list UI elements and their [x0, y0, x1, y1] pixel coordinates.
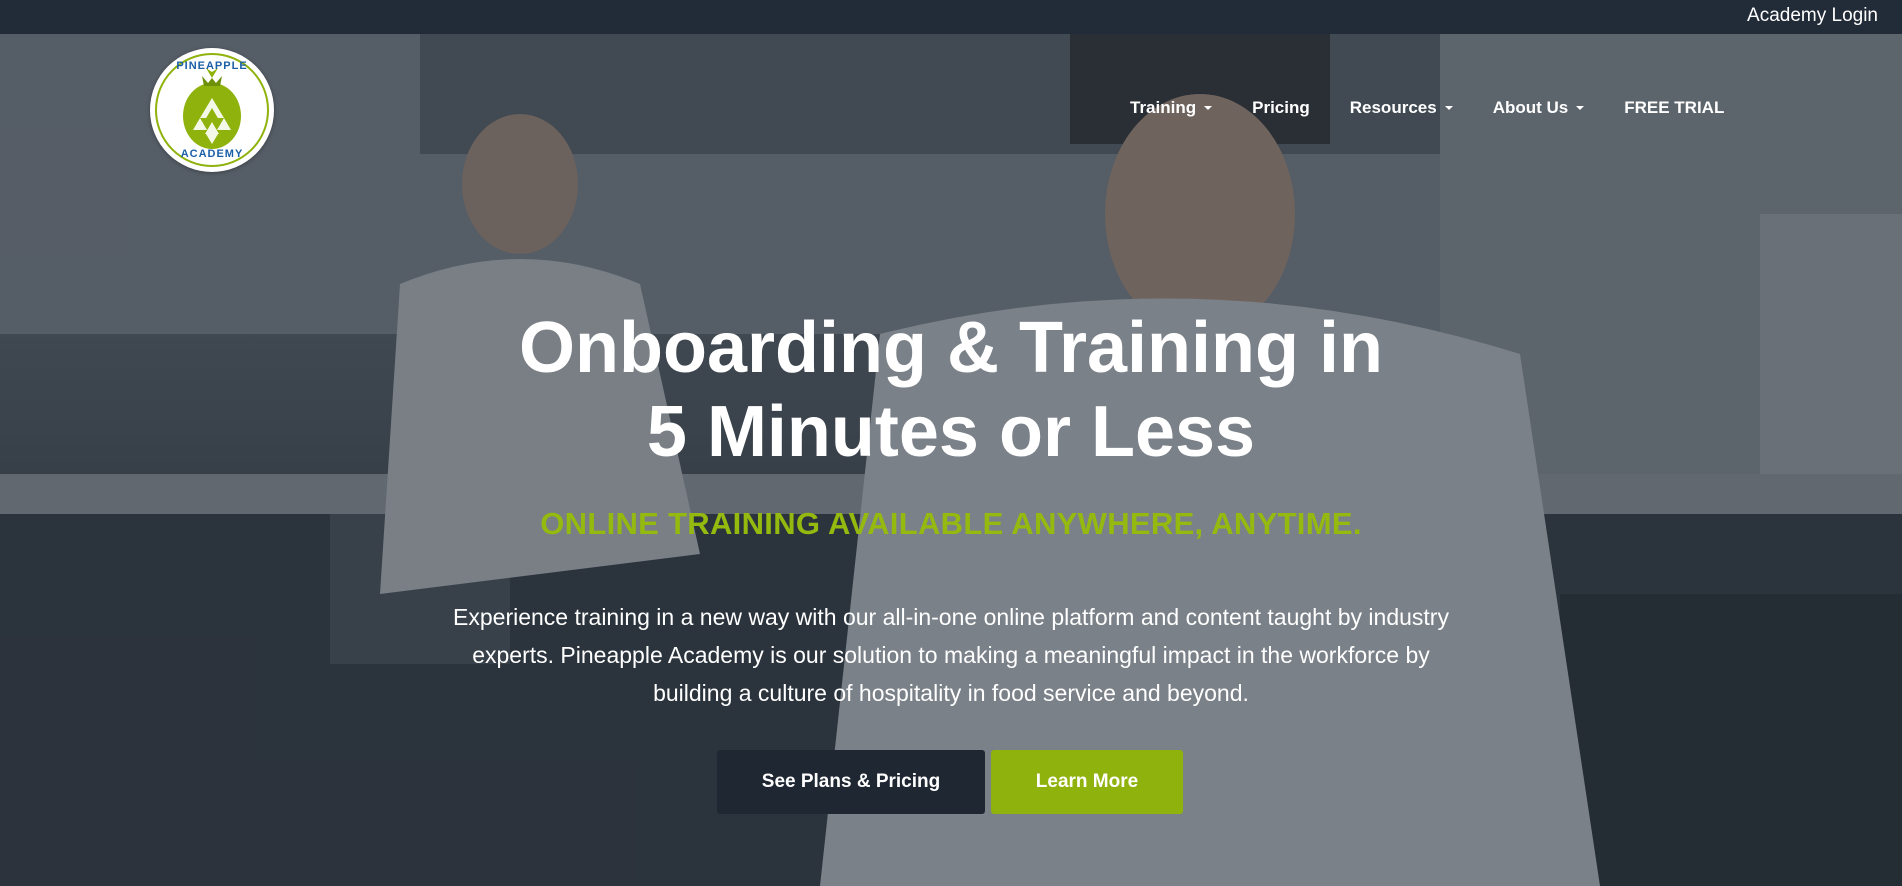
pineapple-academy-logo[interactable]: PINEAPPLE ACADEMY — [150, 48, 274, 172]
hero-description: Experience training in a new way with ou… — [453, 604, 1449, 706]
logo-bottom-text: ACADEMY — [180, 148, 244, 160]
chevron-down-icon — [1576, 106, 1585, 110]
chevron-down-icon — [1444, 106, 1453, 110]
nav-item-label: About Us — [1492, 98, 1569, 117]
hero-headline: Onboarding & Training in 5 Minutes or Le… — [351, 306, 1551, 474]
nav-item-label: Pricing — [1252, 98, 1310, 117]
nav-item-about-us[interactable]: About Us — [1493, 98, 1585, 118]
nav-item-training[interactable]: Training — [1130, 98, 1213, 118]
headline-line-1: Onboarding & Training in — [519, 308, 1383, 388]
chevron-down-icon — [1204, 106, 1213, 110]
top-utility-bar: Academy Login — [0, 0, 1902, 34]
nav-item-label: Resources — [1349, 98, 1437, 117]
nav-item-label: FREE TRIAL — [1624, 98, 1725, 117]
nav-item-pricing[interactable]: Pricing — [1252, 98, 1310, 118]
learn-more-button[interactable]: Learn More — [991, 750, 1183, 814]
page: Academy Login PINEAPPLE ACADEMY Training… — [0, 0, 1902, 886]
main-navigation: Training Pricing Resources About Us FREE… — [1130, 98, 1724, 118]
hero-tagline: ONLINE TRAINING AVAILABLE ANYWHERE, ANYT… — [540, 506, 1362, 541]
headline-line-2: 5 Minutes or Less — [646, 392, 1256, 472]
logo-top-text: PINEAPPLE — [176, 60, 248, 72]
nav-item-label: Training — [1130, 98, 1197, 117]
nav-item-free-trial[interactable]: FREE TRIAL — [1624, 98, 1724, 118]
see-plans-pricing-button[interactable]: See Plans & Pricing — [717, 750, 985, 814]
academy-login-link[interactable]: Academy Login — [1747, 5, 1878, 27]
nav-item-resources[interactable]: Resources — [1350, 98, 1453, 118]
